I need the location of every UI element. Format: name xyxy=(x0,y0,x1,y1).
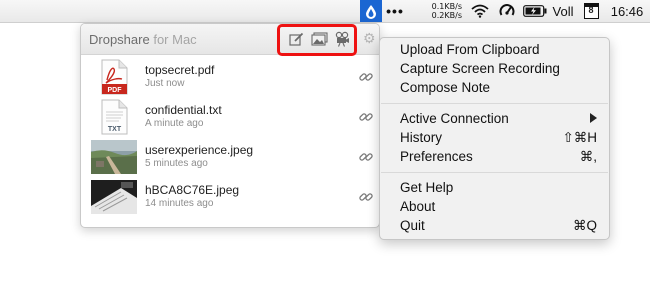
app-suffix: for Mac xyxy=(153,32,197,47)
calendar-day: 8 xyxy=(588,5,594,15)
pdf-badge: PDF xyxy=(108,87,123,94)
menu-item-about[interactable]: About xyxy=(380,198,609,217)
menu-item-label: Active Connection xyxy=(400,111,509,126)
menu-item-shortcut: ⌘, xyxy=(579,149,597,164)
link-icon[interactable] xyxy=(359,190,373,204)
link-icon[interactable] xyxy=(359,150,373,164)
link-icon[interactable] xyxy=(359,70,373,84)
app-title: Dropshare for Mac xyxy=(89,32,197,47)
menu-item-history[interactable]: History ⇧⌘H xyxy=(380,129,609,148)
menu-separator xyxy=(381,172,608,173)
menu-item-label: History xyxy=(400,130,443,145)
clock[interactable]: 16:46 xyxy=(604,0,650,22)
menu-item-preferences[interactable]: Preferences ⌘, xyxy=(380,148,609,167)
file-time: 5 minutes ago xyxy=(145,158,208,169)
upload-speed: 0.1KB/s xyxy=(431,2,462,11)
image-thumbnail xyxy=(91,179,137,215)
menu-item-capture-screen-recording[interactable]: Capture Screen Recording xyxy=(380,60,609,79)
file-time: 14 minutes ago xyxy=(145,198,214,209)
menu-separator xyxy=(381,103,608,104)
menu-item-label: Capture Screen Recording xyxy=(400,61,560,76)
txt-badge: TXT xyxy=(108,126,122,133)
settings-gear-icon[interactable]: ⚙ xyxy=(363,30,376,47)
menu-item-label: Upload From Clipboard xyxy=(400,42,540,57)
calendar-icon[interactable]: 8 xyxy=(582,0,600,22)
network-speed[interactable]: 0.1KB/s 0.2KB/s xyxy=(418,0,462,22)
menu-item-label: Get Help xyxy=(400,180,454,195)
menu-item-compose-note[interactable]: Compose Note xyxy=(380,79,609,98)
highlight-box xyxy=(277,24,357,56)
dropshare-menu: Upload From Clipboard Capture Screen Rec… xyxy=(379,37,610,240)
file-row[interactable]: userexperience.jpeg 5 minutes ago xyxy=(81,137,379,176)
pdf-file-icon: PDF xyxy=(91,59,137,95)
more-icon[interactable]: ••• xyxy=(384,0,406,22)
gauge-icon[interactable] xyxy=(496,0,518,22)
app-name: Dropshare xyxy=(89,32,150,47)
menu-item-label: Quit xyxy=(400,218,425,233)
file-row[interactable]: TXT confidential.txt A minute ago xyxy=(81,97,379,136)
submenu-arrow-icon xyxy=(590,113,597,123)
menu-item-get-help[interactable]: Get Help xyxy=(380,179,609,198)
menu-item-label: Preferences xyxy=(400,149,473,164)
menu-bar: ••• 0.1KB/s 0.2KB/s Voll 8 16:46 xyxy=(0,0,650,23)
volume-label[interactable]: Voll xyxy=(550,0,576,22)
menu-item-shortcut: ⇧⌘H xyxy=(562,130,597,145)
menu-item-shortcut: ⌘Q xyxy=(572,218,597,233)
file-time: Just now xyxy=(145,78,185,89)
wifi-icon[interactable] xyxy=(468,0,492,22)
file-name: hBCA8C76E.jpeg xyxy=(145,183,240,197)
download-speed: 0.2KB/s xyxy=(431,11,462,20)
dropshare-menubar-icon[interactable] xyxy=(360,0,382,22)
file-row[interactable]: hBCA8C76E.jpeg 14 minutes ago xyxy=(81,177,379,216)
menu-item-upload-from-clipboard[interactable]: Upload From Clipboard xyxy=(380,41,609,60)
file-row[interactable]: PDF topsecret.pdf Just now xyxy=(81,57,379,96)
image-thumbnail xyxy=(91,139,137,175)
txt-file-icon: TXT xyxy=(91,99,137,135)
file-name: confidential.txt xyxy=(145,103,222,117)
battery-icon[interactable] xyxy=(522,0,548,22)
file-name: userexperience.jpeg xyxy=(145,143,254,157)
link-icon[interactable] xyxy=(359,110,373,124)
file-name: topsecret.pdf xyxy=(145,63,215,77)
menu-item-label: Compose Note xyxy=(400,80,491,95)
file-time: A minute ago xyxy=(145,118,204,129)
menu-item-active-connection[interactable]: Active Connection xyxy=(380,110,609,129)
menu-item-quit[interactable]: Quit ⌘Q xyxy=(380,217,609,236)
menu-item-label: About xyxy=(400,199,436,214)
